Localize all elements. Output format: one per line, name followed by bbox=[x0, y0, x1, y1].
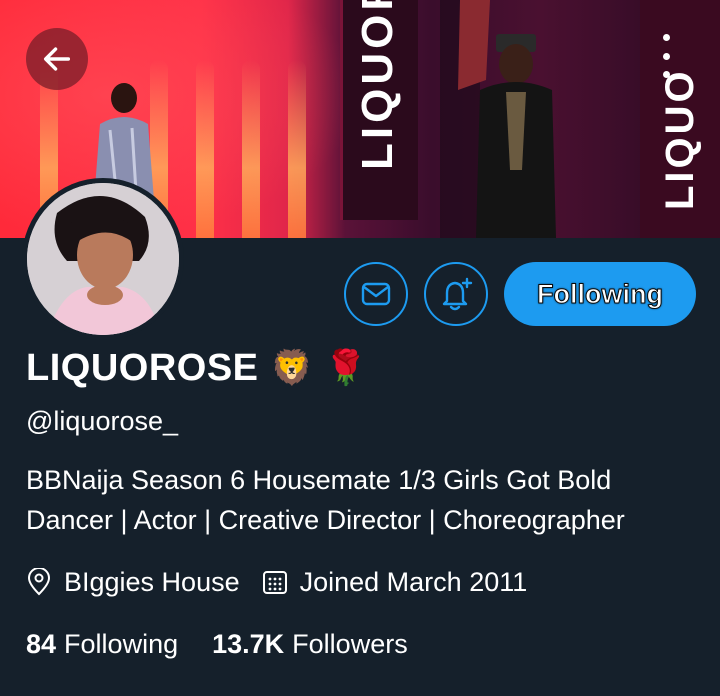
following-count: 84 bbox=[26, 628, 57, 659]
bell-plus-icon bbox=[442, 277, 473, 311]
profile-bio: BBNaija Season 6 Housemate 1/3 Girls Got… bbox=[26, 460, 706, 540]
notify-button[interactable] bbox=[424, 262, 488, 326]
location-pin-icon bbox=[27, 568, 51, 596]
vertical-dots-icon bbox=[662, 34, 670, 78]
rose-emoji: 🌹 bbox=[324, 349, 368, 387]
following-count-link[interactable]: 84 Following bbox=[26, 629, 178, 660]
user-handle: @liquorose_ bbox=[26, 406, 178, 436]
calendar-icon bbox=[262, 571, 287, 594]
followers-count-link[interactable]: 13.7K Followers bbox=[212, 629, 408, 660]
avatar-image bbox=[27, 183, 179, 335]
bio-line: Dancer | Actor | Creative Director | Cho… bbox=[26, 505, 625, 535]
arrow-left-icon bbox=[43, 47, 71, 71]
following-label: Following bbox=[64, 628, 179, 659]
message-button[interactable] bbox=[344, 262, 408, 326]
banner-light-stripe bbox=[242, 60, 260, 238]
banner-person-host bbox=[440, 0, 556, 238]
avatar-portrait bbox=[27, 183, 179, 335]
location-item: BIggies House bbox=[26, 567, 240, 598]
joined-item: Joined March 2011 bbox=[262, 566, 528, 598]
lion-emoji: 🦁 bbox=[270, 349, 313, 387]
joined-date-text: Joined March 2011 bbox=[299, 566, 528, 597]
banner-light-stripe bbox=[288, 60, 306, 238]
follow-stats: 84 Following 13.7K Followers bbox=[26, 624, 408, 664]
display-name: LIQUOROSE bbox=[26, 346, 259, 389]
profile-name-row: LIQUOROSE 🦁 🌹 bbox=[26, 340, 367, 396]
banner-sign: LIQUOR bbox=[340, 0, 418, 220]
location-text: BIggies House bbox=[64, 566, 240, 597]
bio-line: BBNaija Season 6 Housemate 1/3 Girls Got… bbox=[26, 465, 612, 495]
more-options-button[interactable] bbox=[654, 34, 678, 78]
banner-light-stripe bbox=[196, 60, 214, 238]
avatar[interactable] bbox=[22, 178, 184, 340]
profile-meta: BIggies House Joined March 2011 bbox=[26, 562, 527, 602]
followers-count: 13.7K bbox=[212, 628, 285, 659]
following-button-label: Following bbox=[537, 278, 664, 309]
back-button[interactable] bbox=[26, 28, 88, 90]
envelope-icon bbox=[361, 282, 391, 306]
followers-label: Followers bbox=[292, 628, 408, 659]
banner-sign: LIQUO bbox=[640, 0, 720, 238]
following-button[interactable]: Following bbox=[504, 262, 696, 326]
